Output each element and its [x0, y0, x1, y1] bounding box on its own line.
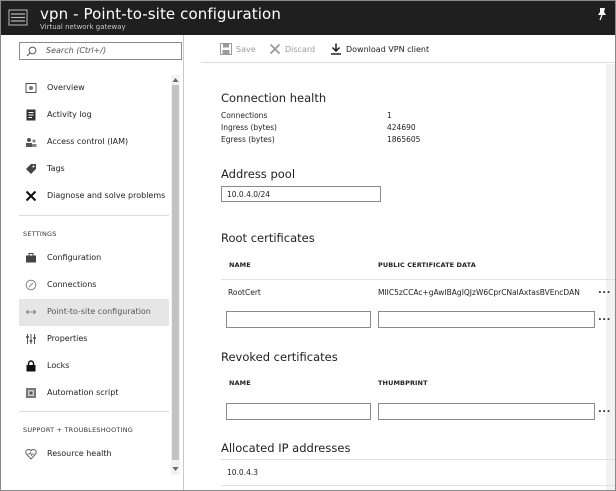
- section-support: SUPPORT + TROUBLESHOOTING: [23, 426, 134, 434]
- search-input[interactable]: Search (Ctrl+/): [19, 42, 182, 60]
- sidebar-item-label: Resource health: [47, 449, 112, 458]
- egress-label: Egress (bytes): [221, 135, 275, 144]
- sidebar-item-point-to-site[interactable]: Point-to-site configuration: [19, 299, 169, 326]
- allocated-ip-value: 10.0.4.3: [227, 468, 259, 477]
- pin-icon[interactable]: [596, 7, 608, 21]
- allocated-ip-heading: Allocated IP addresses: [221, 441, 351, 455]
- root-col-data: PUBLIC CERTIFICATE DATA: [378, 261, 476, 269]
- sidebar-item-label: Access control (IAM): [47, 137, 129, 146]
- sidebar-item-label: Overview: [47, 83, 85, 92]
- sidebar-item-automation-script[interactable]: Automation script: [19, 380, 169, 407]
- address-pool-input[interactable]: 10.0.4.0/24: [221, 186, 381, 202]
- revoked-col-thumbprint: THUMBPRINT: [378, 379, 428, 387]
- revoked-name-input[interactable]: [226, 403, 371, 420]
- search-placeholder: Search (Ctrl+/): [46, 46, 107, 55]
- section-settings: SETTINGS: [23, 230, 57, 238]
- table-divider: [221, 485, 615, 486]
- heart-icon: [25, 448, 37, 460]
- title-bar: vpn - Point-to-site configuration Virtua…: [1, 1, 615, 35]
- sidebar-item-connections[interactable]: Connections: [19, 272, 169, 299]
- search-icon: [26, 46, 37, 57]
- sidebar-item-label: Tags: [47, 164, 65, 173]
- scroll-down-icon[interactable]: [172, 465, 179, 473]
- row-more-button[interactable]: ...: [598, 404, 611, 415]
- download-label: Download VPN client: [346, 45, 430, 54]
- ingress-value: 424690: [387, 123, 416, 132]
- sidebar-item-resource-health[interactable]: Resource health: [19, 441, 169, 468]
- arrows-icon: [25, 309, 37, 315]
- activity-log-icon: [26, 109, 36, 121]
- sidebar-item-label: Configuration: [47, 253, 102, 262]
- root-cert-data: MIIC5zCCAc+gAwIBAgIQJzW6CprCNalAxtasBVEn…: [378, 288, 580, 297]
- table-divider: [221, 459, 615, 460]
- vpn-gateway-icon: [25, 83, 37, 93]
- sidebar-item-activity-log[interactable]: Activity log: [19, 102, 169, 129]
- row-more-button[interactable]: ...: [598, 285, 611, 296]
- sidebar-item-configuration[interactable]: Configuration: [19, 245, 169, 272]
- sidebar-item-access-control[interactable]: Access control (IAM): [19, 129, 169, 156]
- page-title: vpn - Point-to-site configuration: [40, 5, 281, 23]
- wrench-icon: [25, 190, 37, 202]
- sidebar-item-diagnose[interactable]: Diagnose and solve problems: [19, 183, 169, 210]
- root-certificates-heading: Root certificates: [221, 231, 315, 245]
- sidebar-item-overview[interactable]: Overview: [19, 75, 169, 102]
- sidebar-item-label: Connections: [47, 280, 97, 289]
- sliders-icon: [26, 334, 36, 344]
- sidebar-divider: [19, 411, 169, 412]
- sidebar-item-label: Locks: [47, 361, 70, 370]
- sidebar-item-locks[interactable]: Locks: [19, 353, 169, 380]
- root-col-name: NAME: [229, 261, 251, 269]
- revoked-col-name: NAME: [229, 379, 251, 387]
- tag-icon: [26, 164, 36, 174]
- root-cert-name: RootCert: [228, 288, 261, 297]
- page-subtitle: Virtual network gateway: [40, 23, 126, 31]
- row-more-button[interactable]: ...: [598, 312, 611, 323]
- sidebar-divider: [19, 215, 169, 216]
- save-icon: [220, 43, 232, 55]
- sidebar-item-label: Diagnose and solve problems: [47, 191, 166, 200]
- sidebar-item-label: Point-to-site configuration: [47, 307, 151, 316]
- sidebar-item-label: Activity log: [47, 110, 92, 119]
- connections-value: 1: [387, 111, 392, 120]
- people-icon: [26, 138, 37, 147]
- egress-value: 1865605: [387, 135, 421, 144]
- lock-icon: [26, 360, 36, 372]
- script-icon: [26, 388, 36, 398]
- connections-icon: [25, 279, 37, 291]
- connection-health-heading: Connection health: [221, 91, 327, 105]
- root-new-name-input[interactable]: [226, 311, 371, 328]
- ingress-label: Ingress (bytes): [221, 123, 277, 132]
- main-scrollbar[interactable]: [606, 64, 615, 490]
- command-bar: Save Discard Download VPN client: [201, 35, 615, 63]
- revoked-certificates-heading: Revoked certificates: [221, 350, 338, 364]
- sidebar-item-label: Automation script: [47, 388, 119, 397]
- address-pool-heading: Address pool: [221, 167, 296, 181]
- save-label: Save: [236, 45, 256, 54]
- sidebar-item-label: Properties: [47, 334, 88, 343]
- revoked-thumbprint-input[interactable]: [378, 403, 595, 420]
- sidebar-item-tags[interactable]: Tags: [19, 156, 169, 183]
- root-new-data-input[interactable]: [378, 311, 595, 328]
- vpn-gateway-icon: [8, 9, 28, 26]
- table-divider: [221, 279, 615, 280]
- window: vpn - Point-to-site configuration Virtua…: [0, 0, 616, 491]
- scroll-up-icon[interactable]: [172, 76, 179, 84]
- close-icon: [269, 43, 281, 55]
- sidebar-scrollbar-thumb[interactable]: [172, 85, 179, 460]
- download-icon: [331, 43, 341, 55]
- sidebar-item-properties[interactable]: Properties: [19, 326, 169, 353]
- sidebar: Search (Ctrl+/) Overview Activity log Ac…: [1, 35, 184, 490]
- discard-label: Discard: [285, 45, 316, 54]
- connections-label: Connections: [221, 111, 268, 120]
- briefcase-icon: [26, 253, 36, 263]
